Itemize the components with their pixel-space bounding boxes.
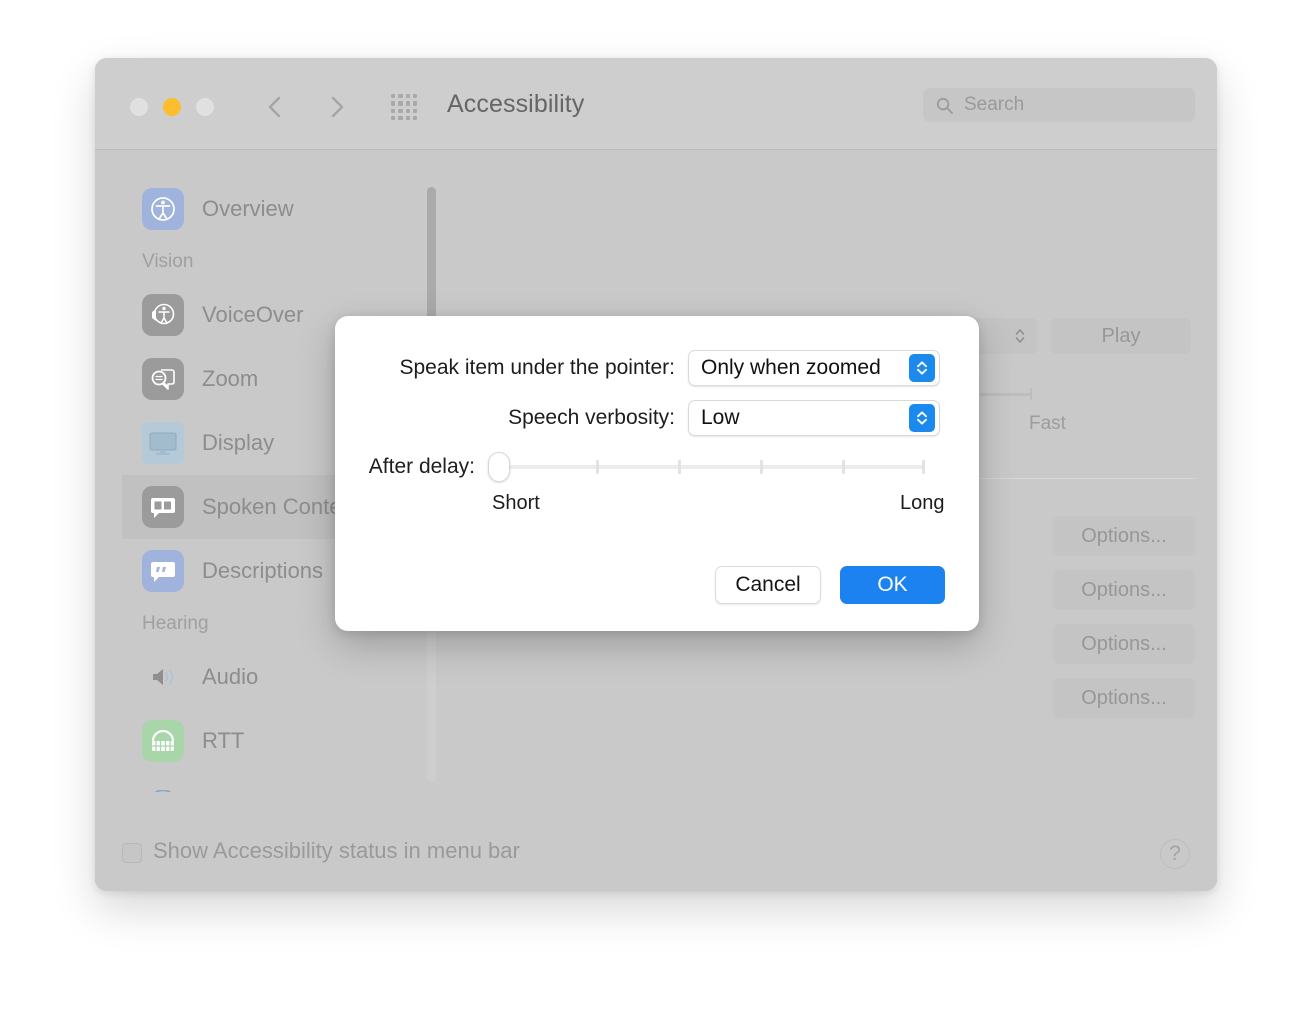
speaker-icon xyxy=(142,656,184,698)
sidebar-item-captions[interactable]: Captions xyxy=(122,773,442,792)
speech-bubble-icon xyxy=(142,486,184,528)
sidebar-item-label: VoiceOver xyxy=(202,302,304,327)
after-delay-thumb[interactable] xyxy=(488,452,510,482)
chevron-up-down-glyph xyxy=(917,411,927,425)
speech-verbosity-label: Speech verbosity: xyxy=(508,406,675,429)
options-button[interactable]: Options... xyxy=(1053,624,1195,664)
after-delay-short-label: Short xyxy=(492,492,540,514)
sidebar-item-label: Overview xyxy=(202,196,294,221)
slider-tick xyxy=(922,460,925,474)
chevron-up-down-icon[interactable] xyxy=(909,404,935,432)
search-placeholder: Search xyxy=(964,94,1025,115)
speech-verbosity-value: Low xyxy=(701,406,740,429)
sidebar-scrollbar-thumb[interactable] xyxy=(427,187,436,325)
speak-item-under-pointer-select[interactable]: Only when zoomed xyxy=(688,350,940,386)
speech-verbosity-select[interactable]: Low xyxy=(688,400,940,436)
search-icon xyxy=(936,97,953,114)
spoken-content-options-dialog: Speak item under the pointer: Only when … xyxy=(335,316,979,631)
options-button[interactable]: Options... xyxy=(1053,516,1195,556)
after-delay-long-label: Long xyxy=(900,492,945,514)
after-delay-row: After delay: xyxy=(335,452,979,482)
chevron-left-icon xyxy=(268,96,281,118)
speak-item-under-pointer-value: Only when zoomed xyxy=(701,356,881,379)
sidebar-item-overview[interactable]: Overview xyxy=(122,177,442,241)
sidebar-item-label: Audio xyxy=(202,664,259,689)
after-delay-label: After delay: xyxy=(368,455,475,478)
cancel-button[interactable]: Cancel xyxy=(715,566,821,604)
sidebar-item-label: Descriptions xyxy=(202,558,324,583)
chevron-up-down-icon xyxy=(1015,329,1025,343)
ok-button[interactable]: OK xyxy=(840,566,945,604)
sidebar-item-audio[interactable]: Audio xyxy=(122,645,442,709)
accessibility-icon xyxy=(142,188,184,230)
zoom-magnifier-icon xyxy=(142,358,184,400)
window-titlebar: Accessibility Search xyxy=(95,58,1217,150)
voiceover-icon xyxy=(142,294,184,336)
sidebar-group-vision: Vision xyxy=(142,251,194,272)
captions-icon xyxy=(142,784,184,792)
speak-item-under-pointer-label: Speak item under the pointer: xyxy=(399,356,675,379)
display-monitor-icon xyxy=(142,422,184,464)
chevron-up-down-glyph xyxy=(917,361,927,375)
sidebar-item-label: Zoom xyxy=(202,366,259,391)
close-button[interactable] xyxy=(130,98,148,116)
slider-tick xyxy=(596,460,599,474)
slider-tick xyxy=(760,460,763,474)
options-button[interactable]: Options... xyxy=(1053,678,1195,718)
forward-button[interactable] xyxy=(323,92,351,122)
rtt-phone-icon xyxy=(142,720,184,762)
slider-tick xyxy=(842,460,845,474)
sidebar-item-rtt[interactable]: RTT xyxy=(122,709,442,773)
show-accessibility-status-label: Show Accessibility status in menu bar xyxy=(153,838,520,863)
page-title: Accessibility xyxy=(447,90,585,118)
sidebar-item-label: RTT xyxy=(202,728,245,753)
options-button[interactable]: Options... xyxy=(1053,570,1195,610)
chevron-up-down-icon[interactable] xyxy=(909,354,935,382)
search-input[interactable]: Search xyxy=(923,88,1195,122)
chevron-right-icon xyxy=(331,96,344,118)
slider-tick xyxy=(1030,388,1032,400)
quote-bubble-icon xyxy=(142,550,184,592)
help-button[interactable]: ? xyxy=(1160,839,1190,869)
minimize-button[interactable] xyxy=(163,98,181,116)
sidebar-item-label: Display xyxy=(202,430,275,455)
after-delay-track xyxy=(488,465,925,469)
after-delay-slider[interactable] xyxy=(488,452,925,482)
grid-view-icon[interactable] xyxy=(391,94,417,120)
speech-verbosity-row: Speech verbosity: Low xyxy=(335,400,979,436)
show-accessibility-status-checkbox[interactable] xyxy=(122,843,142,863)
play-button[interactable]: Play xyxy=(1051,318,1191,354)
slider-tick xyxy=(678,460,681,474)
speaking-rate-fast-label: Fast xyxy=(1029,413,1066,434)
zoom-button[interactable] xyxy=(196,98,214,116)
speak-item-under-pointer-row: Speak item under the pointer: Only when … xyxy=(335,350,979,386)
back-button[interactable] xyxy=(261,92,289,122)
window-bottom-bar: Show Accessibility status in menu bar ? xyxy=(95,821,1217,891)
